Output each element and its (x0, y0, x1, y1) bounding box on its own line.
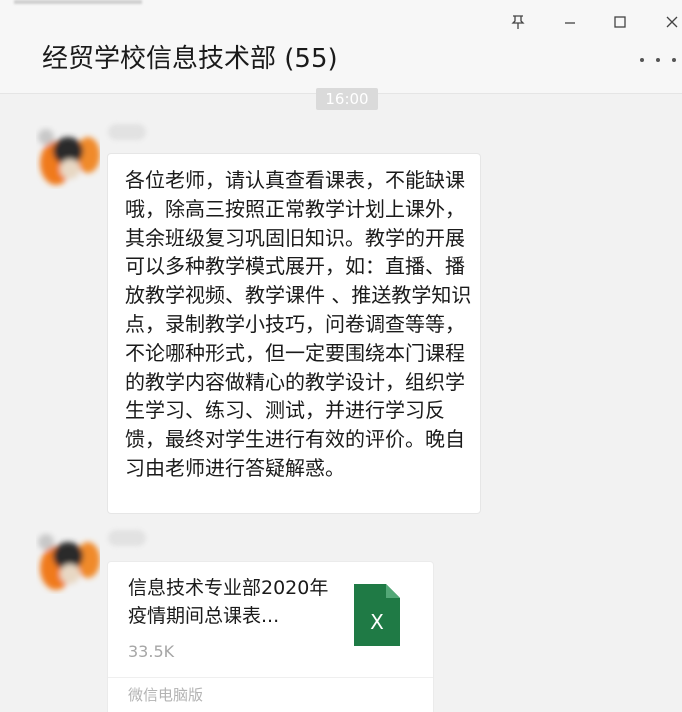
pin-icon (511, 15, 525, 29)
more-icon-dot (672, 58, 676, 62)
more-icon (640, 58, 644, 62)
chat-header: 经贸学校信息技术部 (55) (0, 0, 682, 94)
minimize-button[interactable] (556, 8, 584, 36)
card-divider (108, 677, 433, 678)
maximize-button[interactable] (606, 8, 634, 36)
close-button[interactable] (658, 8, 682, 36)
file-size: 33.5K (128, 642, 175, 661)
chat-title: 经贸学校信息技术部 (55) (42, 44, 338, 74)
title-bar-strip (0, 0, 682, 6)
avatar[interactable] (36, 125, 100, 189)
chat-window: 经贸学校信息技术部 (55) 16:00 各位老师，请认真查看课表，不能缺课哦，… (0, 0, 682, 712)
file-message-card[interactable]: 信息技术专业部2020年疫情期间总课表... 33.5K X 微信电脑版 (107, 561, 434, 712)
maximize-icon (614, 16, 626, 28)
close-icon (666, 16, 678, 28)
more-icon-dot (656, 58, 660, 62)
avatar[interactable] (36, 530, 100, 594)
message-bubble[interactable]: 各位老师，请认真查看课表，不能缺课哦，除高三按照正常教学计划上课外，其余班级复习… (107, 153, 481, 514)
excel-file-icon: X (354, 584, 400, 646)
message-timestamp: 16:00 (316, 88, 378, 110)
sender-name-redacted (108, 530, 146, 546)
obscured-window-caption (14, 0, 142, 4)
message-text: 各位老师，请认真查看课表，不能缺课哦，除高三按照正常教学计划上课外，其余班级复习… (125, 168, 472, 480)
avatar-image (36, 125, 100, 189)
sender-name-redacted (108, 124, 146, 140)
file-name: 信息技术专业部2020年疫情期间总课表... (128, 577, 329, 627)
pin-button[interactable] (504, 8, 532, 36)
avatar-image (36, 530, 100, 594)
file-source-label: 微信电脑版 (128, 686, 204, 704)
minimize-icon (565, 22, 575, 24)
excel-icon-label: X (370, 610, 384, 634)
more-options-button[interactable] (640, 50, 676, 70)
